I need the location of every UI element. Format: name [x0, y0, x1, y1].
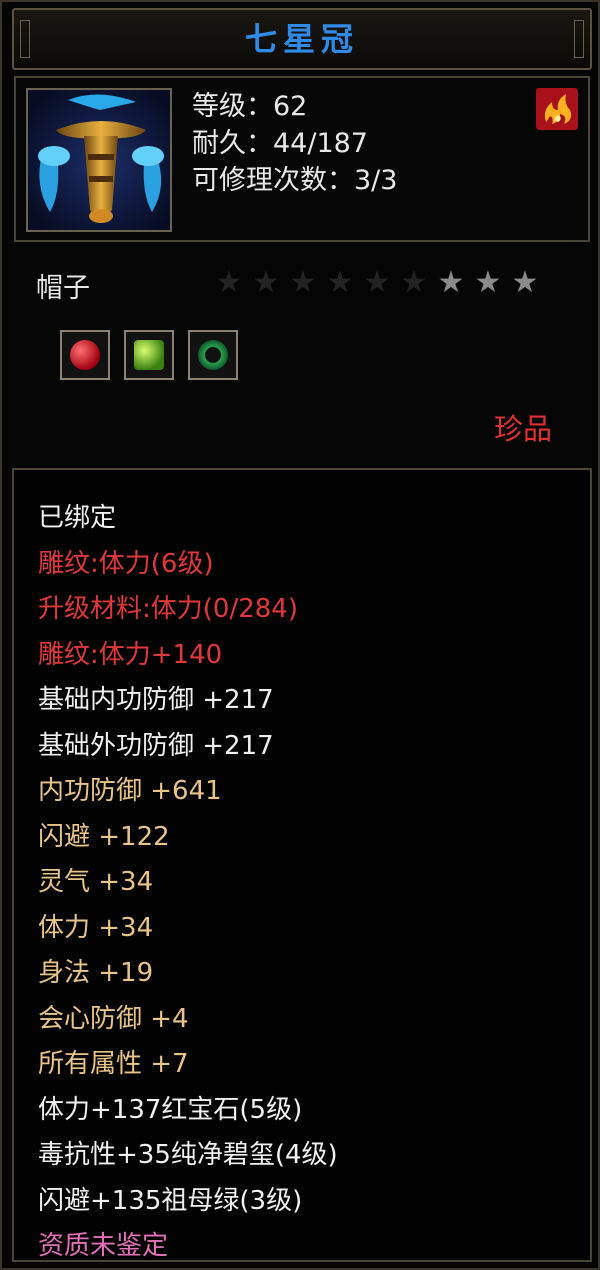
item-title: 七星冠	[244, 20, 359, 58]
property-line: 雕纹:体力(6级)	[38, 548, 214, 579]
durability-stat: 耐久：44/187	[192, 128, 368, 159]
star-icon: ★	[252, 265, 280, 300]
star-icon: ★	[363, 265, 391, 300]
star-icon: ★	[326, 265, 354, 300]
star-rating: ★ ★ ★ ★ ★ ★ ★ ★ ★	[214, 268, 540, 298]
item-type: 帽子	[36, 273, 90, 304]
level-stat: 等级：62	[192, 91, 308, 122]
property-line: 闪避+135祖母绿(3级)	[38, 1185, 303, 1216]
property-line: 体力 +34	[38, 912, 154, 943]
flame-icon	[536, 88, 578, 130]
helmet-icon	[26, 88, 172, 232]
item-header-panel: 等级：62 耐久：44/187 可修理次数：3/3	[14, 76, 590, 242]
properties-panel: 已绑定雕纹:体力(6级) 升级材料:体力(0/284) 雕纹:体力+140 基础内功防…	[12, 468, 592, 1262]
star-icon: ★	[437, 265, 465, 300]
star-icon: ★	[215, 265, 243, 300]
rarity-label: 珍品	[493, 412, 552, 446]
star-icon: ★	[289, 265, 317, 300]
ruby-gem-icon[interactable]	[60, 330, 110, 380]
title-bar: 七星冠	[12, 8, 592, 70]
property-line: 闪避 +122	[38, 821, 170, 852]
property-line: 体力+137红宝石(5级)	[38, 1094, 303, 1125]
property-line: 基础外功防御 +217	[38, 730, 274, 761]
star-icon: ★	[511, 265, 539, 300]
property-line: 内功防御 +641	[38, 776, 222, 806]
star-icon: ★	[400, 265, 428, 300]
repair-count-stat: 可修理次数：3/3	[192, 165, 398, 196]
jade-ring-icon[interactable]	[188, 330, 238, 380]
star-icon: ★	[474, 265, 502, 300]
property-line: 灵气 +34	[38, 867, 154, 897]
property-line: 升级材料:体力(0/284)	[38, 594, 298, 624]
property-line: 所有属性 +7	[38, 1049, 189, 1079]
property-line: 已绑定	[38, 503, 117, 533]
property-line: 会心防御 +4	[38, 1003, 189, 1034]
item-tooltip: 七星冠 等级：62 耐久：44/187 可修理次数：3/3 帽子 ★ ★ ★ ★…	[0, 0, 600, 1270]
peridot-gem-icon[interactable]	[124, 330, 174, 380]
property-line: 毒抗性+35纯净碧玺(4级)	[38, 1140, 338, 1170]
gem-sockets	[60, 330, 238, 380]
property-line: 基础内功防御 +217	[38, 685, 274, 715]
item-stats: 等级：62 耐久：44/187 可修理次数：3/3	[192, 88, 397, 199]
property-line: 雕纹:体力+140	[38, 639, 223, 670]
property-line: 身法 +19	[38, 958, 154, 988]
properties-list: 已绑定雕纹:体力(6级) 升级材料:体力(0/284) 雕纹:体力+140 基础内功防…	[38, 496, 338, 1270]
property-line: 资质未鉴定	[38, 1231, 169, 1261]
